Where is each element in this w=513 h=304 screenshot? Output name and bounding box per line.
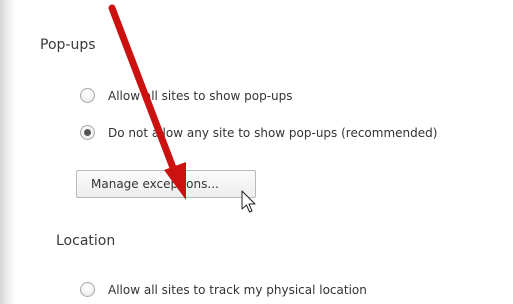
popups-option-block-all-label: Do not allow any site to show pop-ups (r… (108, 125, 438, 140)
radio-button-unchecked[interactable] (80, 282, 95, 297)
popups-heading: Pop-ups (40, 37, 96, 53)
radio-button-checked[interactable] (80, 125, 95, 140)
radio-button-unchecked[interactable] (80, 88, 95, 103)
popups-option-block-all[interactable]: Do not allow any site to show pop-ups (r… (80, 125, 437, 140)
settings-panel-edge-shadow (0, 0, 16, 304)
location-heading: Location (56, 233, 116, 249)
location-option-allow-all-label: Allow all sites to track my physical loc… (108, 282, 367, 297)
location-option-allow-all[interactable]: Allow all sites to track my physical loc… (80, 282, 367, 297)
popups-option-allow-all[interactable]: Allow all sites to show pop-ups (80, 88, 293, 103)
manage-exceptions-button[interactable]: Manage exceptions... (76, 170, 256, 198)
popups-option-allow-all-label: Allow all sites to show pop-ups (108, 88, 293, 103)
